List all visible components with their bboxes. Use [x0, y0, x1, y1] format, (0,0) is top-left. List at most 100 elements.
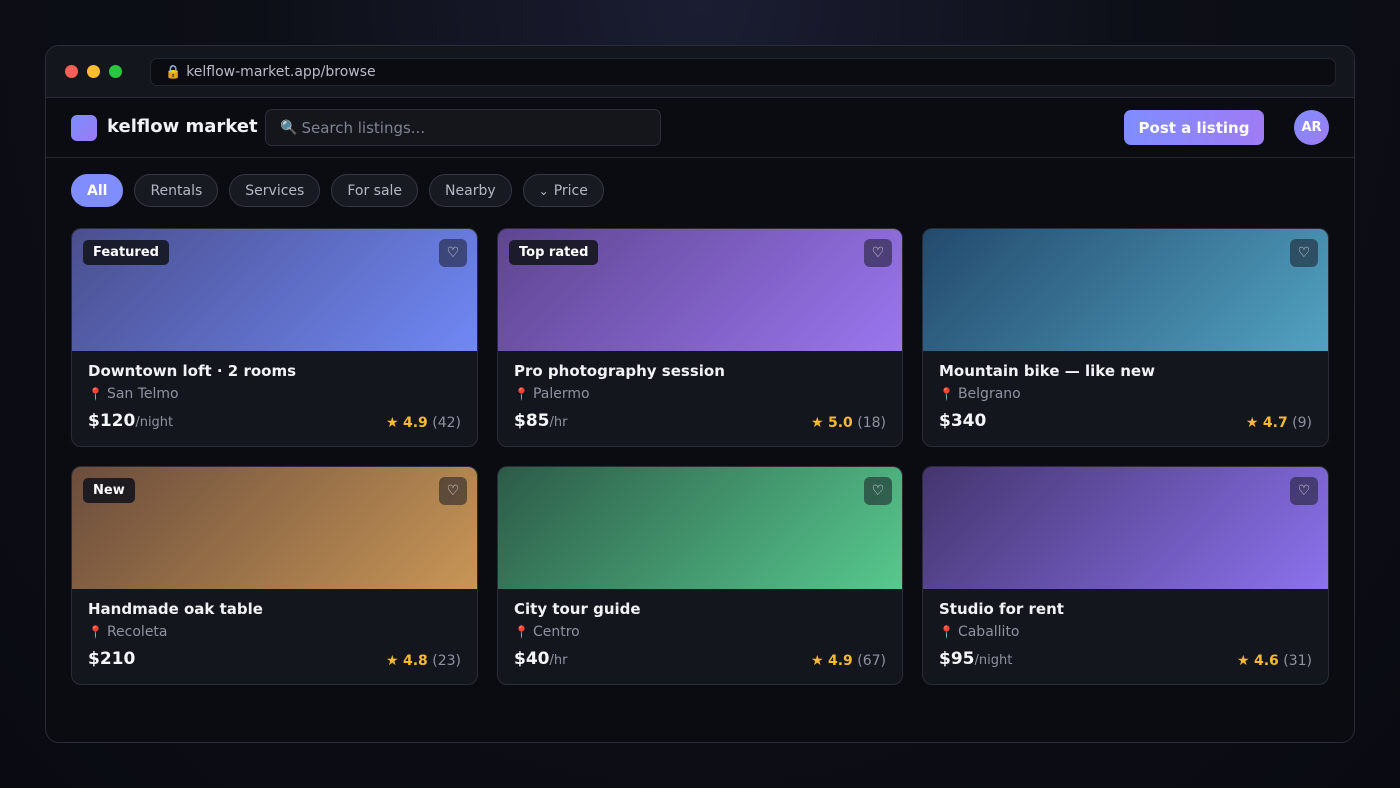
browser-window: 🔒 kelflow-market.app/browse kelflow mark… [45, 45, 1355, 743]
brand-name[interactable]: kelflow market [107, 116, 258, 137]
filter-chip-rentals[interactable]: Rentals [134, 174, 219, 207]
listing-image[interactable]: Featured ♡ [72, 229, 477, 351]
rating-score: 4.9 [827, 653, 853, 669]
price-amount: $120 [88, 411, 136, 431]
heart-icon[interactable]: ♡ [439, 239, 467, 267]
maximize-window-button[interactable] [109, 65, 122, 78]
filter-chip-services[interactable]: Services [229, 174, 321, 207]
post-listing-button[interactable]: Post a listing [1124, 110, 1264, 145]
listing-image[interactable]: ♡ [923, 229, 1328, 351]
address-bar[interactable]: 🔒 kelflow-market.app/browse [150, 58, 1336, 86]
listing-rating: ★ 4.9 (67) [811, 653, 886, 669]
pin-icon: 📍 [939, 387, 954, 401]
listing-card[interactable]: ♡ City tour guide 📍 Centro $40/hr ★ 4.9 (67) [497, 466, 903, 685]
location-text: Recoleta [106, 624, 168, 640]
listing-image[interactable]: ♡ [923, 467, 1328, 589]
listing-title[interactable]: Handmade oak table [88, 600, 263, 618]
review-count: (9) [1292, 415, 1312, 431]
pin-icon: 📍 [514, 387, 529, 401]
review-count: (18) [857, 415, 886, 431]
filter-chip-label: All [87, 182, 108, 199]
listing-title[interactable]: Downtown loft · 2 rooms [88, 362, 296, 380]
listing-card[interactable]: ♡ Studio for rent 📍 Caballito $95/night ★ 4.6… [922, 466, 1329, 685]
review-count: (42) [432, 415, 461, 431]
listing-badge: Featured [83, 240, 169, 265]
listing-rating: ★ 4.9 (42) [386, 415, 461, 431]
listing-price: $85/hr [514, 411, 567, 431]
review-count: (31) [1283, 653, 1312, 669]
star-icon: ★ [810, 653, 824, 669]
location-text: Palermo [532, 386, 590, 402]
pin-icon: 📍 [88, 387, 103, 401]
star-icon: ★ [385, 653, 399, 669]
listing-grid: Featured ♡ Downtown loft · 2 rooms 📍 San Tel… [71, 228, 1329, 685]
search-placeholder: Search listings... [301, 118, 426, 137]
price-unit: /night [974, 653, 1013, 668]
logo-icon [71, 115, 97, 141]
heart-icon[interactable]: ♡ [439, 477, 467, 505]
listing-badge: New [83, 478, 135, 503]
location-text: San Telmo [106, 386, 179, 402]
listing-title[interactable]: City tour guide [514, 600, 641, 618]
filter-chip-label: For sale [347, 182, 403, 199]
listing-card[interactable]: ♡ Mountain bike — like new 📍 Belgrano $340 ★ … [922, 228, 1329, 447]
listing-image[interactable]: New ♡ [72, 467, 477, 589]
location-text: Belgrano [957, 386, 1021, 402]
filter-chip-label: Nearby [445, 182, 496, 199]
location-text: Centro [532, 624, 580, 640]
heart-icon[interactable]: ♡ [1290, 477, 1318, 505]
app-header: kelflow market 🔍 Search listings... Post… [46, 98, 1354, 158]
listing-title[interactable]: Studio for rent [939, 600, 1064, 618]
listing-card[interactable]: Top rated ♡ Pro photography session 📍 Palerm… [497, 228, 903, 447]
price-amount: $85 [514, 411, 550, 431]
rating-score: 4.6 [1253, 653, 1279, 669]
listing-price: $210 [88, 649, 135, 669]
lock-icon: 🔒 [165, 64, 182, 80]
minimize-window-button[interactable] [87, 65, 100, 78]
listing-price: $40/hr [514, 649, 567, 669]
browser-titlebar: 🔒 kelflow-market.app/browse [46, 46, 1354, 98]
location-text: Caballito [957, 624, 1020, 640]
review-count: (23) [432, 653, 461, 669]
listing-price: $95/night [939, 649, 1012, 669]
rating-score: 5.0 [827, 415, 853, 431]
listing-rating: ★ 5.0 (18) [811, 415, 886, 431]
star-icon: ★ [810, 415, 824, 431]
listing-title[interactable]: Pro photography session [514, 362, 725, 380]
listing-card[interactable]: Featured ♡ Downtown loft · 2 rooms 📍 San Tel… [71, 228, 478, 447]
listing-image[interactable]: ♡ [498, 467, 902, 589]
filter-chip-label: Price [553, 182, 588, 199]
price-unit: /hr [549, 653, 568, 668]
filter-chip-label: Rentals [150, 182, 203, 199]
listing-rating: ★ 4.6 (31) [1237, 653, 1312, 669]
close-window-button[interactable] [65, 65, 78, 78]
price-amount: $95 [939, 649, 975, 669]
heart-icon[interactable]: ♡ [864, 477, 892, 505]
listing-card[interactable]: New ♡ Handmade oak table 📍 Recoleta $210 ★ 4.8… [71, 466, 478, 685]
filter-chip-label: Services [245, 182, 305, 199]
filter-chip-for-sale[interactable]: For sale [331, 174, 419, 207]
price-unit: /night [135, 415, 174, 430]
heart-icon[interactable]: ♡ [864, 239, 892, 267]
filter-chip-nearby[interactable]: Nearby [429, 174, 512, 207]
listing-location: 📍 San Telmo [88, 386, 179, 402]
listing-location: 📍 Palermo [514, 386, 590, 402]
listing-badge: Top rated [509, 240, 599, 265]
avatar[interactable]: AR [1294, 110, 1329, 145]
pin-icon: 📍 [514, 625, 529, 639]
filter-chip-all[interactable]: All [71, 174, 124, 207]
listing-location: 📍 Centro [514, 624, 580, 640]
listing-rating: ★ 4.8 (23) [386, 653, 461, 669]
listing-title[interactable]: Mountain bike — like new [939, 362, 1155, 380]
search-input[interactable]: 🔍 Search listings... [265, 109, 661, 146]
rating-score: 4.7 [1262, 415, 1288, 431]
heart-icon[interactable]: ♡ [1290, 239, 1318, 267]
listing-image[interactable]: Top rated ♡ [498, 229, 902, 351]
price-unit: /hr [549, 415, 568, 430]
filter-chip-price[interactable]: ⌄ Price [522, 174, 604, 207]
review-count: (67) [857, 653, 886, 669]
rating-score: 4.9 [402, 415, 428, 431]
star-icon: ★ [1245, 415, 1259, 431]
star-icon: ★ [1236, 653, 1250, 669]
listing-location: 📍 Caballito [939, 624, 1020, 640]
